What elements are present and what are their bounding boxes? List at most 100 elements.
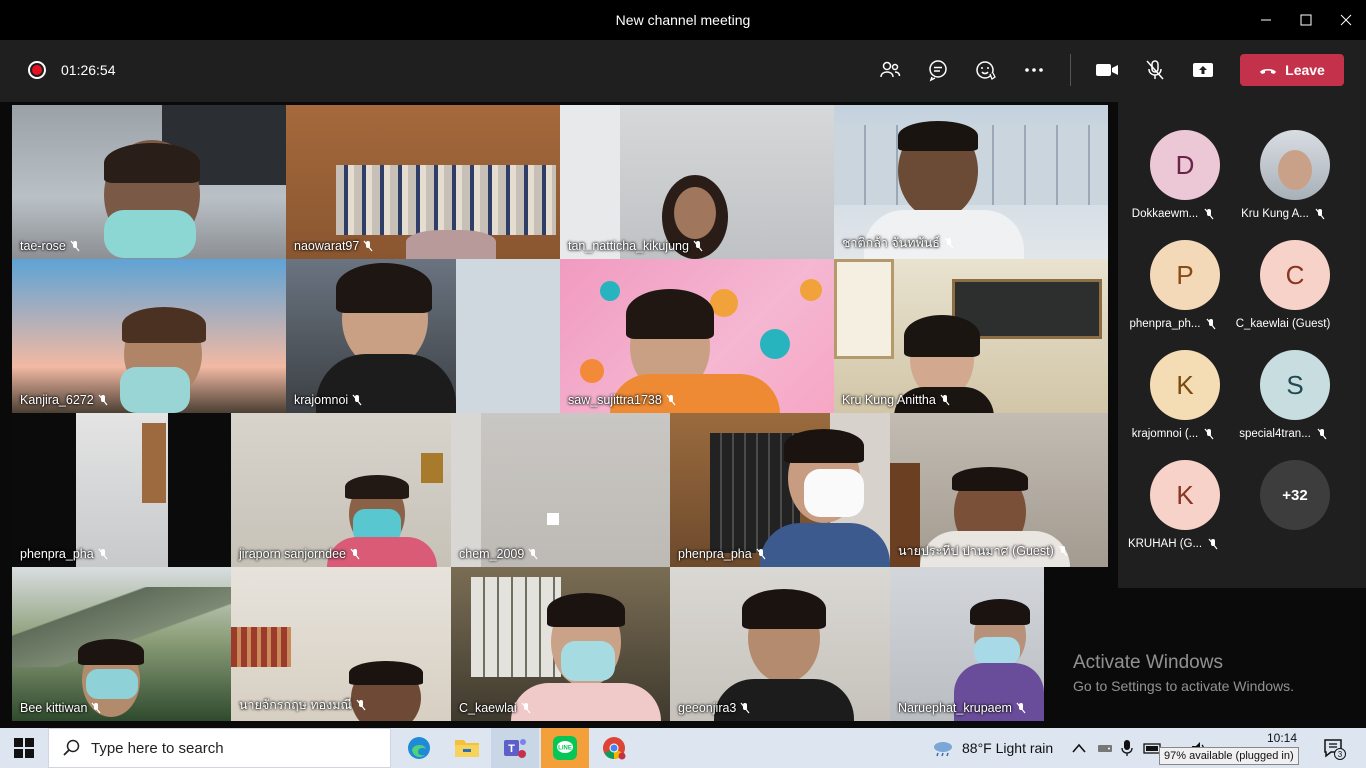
- video-tile[interactable]: Naruephat_krupaem: [890, 567, 1044, 721]
- maximize-button[interactable]: [1286, 0, 1326, 40]
- participant-name: phenpra_pha: [678, 547, 752, 561]
- participant-name: นายประทีป ปานมาศ (Guest): [898, 544, 1054, 558]
- mic-off-icon: [1207, 318, 1216, 330]
- search-placeholder: Type here to search: [91, 739, 224, 757]
- chat-icon: [929, 60, 947, 82]
- video-tile[interactable]: phenpra_pha: [12, 413, 231, 567]
- watermark-title: Activate Windows: [1073, 652, 1223, 673]
- video-tile[interactable]: C_kaewlai: [451, 567, 670, 721]
- avatar: D: [1150, 130, 1220, 200]
- video-tile[interactable]: tae-rose: [12, 105, 286, 259]
- more-participants-button[interactable]: +32: [1228, 460, 1338, 570]
- roster-name: special4tran...: [1239, 428, 1311, 440]
- participant-name: naowarat97: [294, 239, 360, 253]
- roster-participant[interactable]: S special4tran...: [1228, 350, 1338, 460]
- roster-participant[interactable]: C C_kaewlai (Guest): [1228, 240, 1338, 350]
- taskbar-file-explorer[interactable]: [443, 728, 491, 768]
- toolbar-divider: [1070, 54, 1071, 86]
- chat-button[interactable]: [924, 56, 952, 84]
- video-tile[interactable]: นายประทีป ปานมาศ (Guest): [890, 413, 1108, 567]
- participant-name: C_kaewlai: [459, 701, 517, 715]
- taskbar-search[interactable]: Type here to search: [48, 728, 391, 768]
- watermark-subtitle: Go to Settings to activate Windows.: [1073, 678, 1294, 694]
- hang-up-icon: [1260, 69, 1277, 74]
- svg-text:T: T: [508, 743, 515, 755]
- notification-icon: 3: [1324, 739, 1346, 760]
- video-tile[interactable]: geeonjira3: [670, 567, 890, 721]
- mute-button[interactable]: [1141, 56, 1169, 84]
- participant-name: saw_sujittra1738: [568, 393, 662, 407]
- roster-participant[interactable]: Kru Kung A...: [1228, 130, 1338, 240]
- minimize-icon: [1261, 19, 1271, 21]
- participant-name: tan_natticha_kikujung: [568, 239, 689, 253]
- rain-cloud-icon: [934, 742, 952, 757]
- tray-microphone[interactable]: [1121, 728, 1133, 768]
- leave-button[interactable]: Leave: [1240, 54, 1344, 86]
- window-title: New channel meeting: [615, 12, 751, 28]
- start-button[interactable]: [8, 736, 40, 760]
- more-options-button[interactable]: [1020, 56, 1048, 84]
- share-screen-button[interactable]: [1189, 56, 1217, 84]
- taskbar-line[interactable]: LINE: [541, 728, 589, 768]
- video-tile[interactable]: krajomnoi: [286, 259, 560, 413]
- chrome-icon: [603, 737, 626, 760]
- taskbar-edge[interactable]: [395, 728, 443, 768]
- tray-network-drive[interactable]: [1097, 728, 1113, 768]
- mic-off-icon: [1204, 208, 1214, 220]
- battery-tooltip: 97% available (plugged in): [1159, 747, 1299, 765]
- video-tile[interactable]: นายจักรกฤษ ทองมณี: [231, 567, 451, 721]
- video-tile[interactable]: tan_natticha_kikujung: [560, 105, 834, 259]
- meeting-timer: 01:26:54: [61, 62, 116, 78]
- video-tile[interactable]: chem_2009: [451, 413, 670, 567]
- windows-logo-icon: [14, 738, 34, 758]
- mic-off-icon: [1315, 208, 1325, 220]
- mic-off-icon: [944, 237, 954, 249]
- mic-off-icon: [1146, 60, 1164, 80]
- taskbar-chrome[interactable]: [590, 728, 638, 768]
- roster-participant[interactable]: D Dokkaewm...: [1118, 130, 1228, 240]
- video-tile[interactable]: naowarat97: [286, 105, 560, 259]
- participant-name: Kru Kung Anittha: [842, 393, 936, 407]
- maximize-icon: [1300, 14, 1312, 26]
- weather-widget[interactable]: 88°F Light rain: [932, 728, 1053, 768]
- face-mask: [120, 367, 190, 413]
- video-tile[interactable]: Bee kittiwan: [12, 567, 231, 721]
- video-tile[interactable]: phenpra_pha: [670, 413, 890, 567]
- participant-name: tae-rose: [20, 239, 66, 253]
- roster-name: krajomnoi (...: [1131, 428, 1199, 440]
- participant-name: krajomnoi: [294, 393, 349, 407]
- roster-participant[interactable]: P phenpra_ph...: [1118, 240, 1228, 350]
- video-tile[interactable]: saw_sujittra1738: [560, 259, 834, 413]
- search-icon: [63, 739, 80, 756]
- roster-name: C_kaewlai (Guest): [1235, 318, 1331, 330]
- reactions-button[interactable]: [972, 56, 1000, 84]
- show-hidden-icons-button[interactable]: [1072, 728, 1086, 768]
- face-mask: [804, 469, 864, 517]
- mic-off-icon: [528, 548, 538, 560]
- roster-participant[interactable]: K krajomnoi (...: [1118, 350, 1228, 460]
- participant-name: jiraporn sanjorndee: [239, 547, 347, 561]
- mic-off-icon: [98, 394, 108, 406]
- weather-text: 88°F Light rain: [962, 740, 1054, 756]
- camera-button[interactable]: [1093, 56, 1121, 84]
- close-icon: [1340, 14, 1352, 26]
- video-tile[interactable]: jiraporn sanjorndee: [231, 413, 451, 567]
- participants-button[interactable]: [876, 56, 904, 84]
- people-icon: [880, 61, 901, 78]
- close-button[interactable]: [1326, 0, 1366, 40]
- roster-participant[interactable]: K KRUHAH (G...: [1118, 460, 1228, 570]
- taskbar-teams[interactable]: T: [491, 728, 539, 768]
- participant-name: Bee kittiwan: [20, 701, 88, 715]
- mic-off-icon: [363, 240, 373, 252]
- mic-off-icon: [356, 699, 366, 711]
- video-tile[interactable]: Kanjira_6272: [12, 259, 286, 413]
- participant-name: ชาติกล้า จันทพันธ์: [842, 236, 940, 250]
- taskbar-clock[interactable]: 10:14: [1262, 731, 1302, 745]
- edge-icon: [408, 737, 430, 759]
- title-bar: New channel meeting: [0, 0, 1366, 40]
- minimize-button[interactable]: [1246, 0, 1286, 40]
- video-tile[interactable]: ชาติกล้า จันทพันธ์: [834, 105, 1108, 259]
- notification-center-button[interactable]: 3: [1322, 736, 1346, 760]
- mic-off-icon: [91, 702, 101, 714]
- video-tile[interactable]: Kru Kung Anittha: [834, 259, 1108, 413]
